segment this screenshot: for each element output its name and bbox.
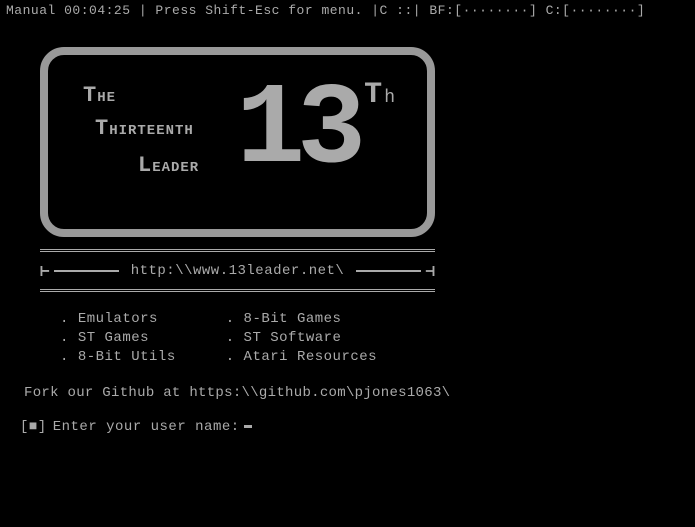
menu-item-st-software[interactable]: ST Software [226,330,377,346]
menu-item-atari-resources[interactable]: Atari Resources [226,349,377,365]
menu-column-1: Emulators ST Games 8-Bit Utils [60,311,176,365]
logo-box: THE THIRTEENTH LEADER 13 Th [40,47,435,237]
menu-item-st-games[interactable]: ST Games [60,330,176,346]
logo-number-13th: 13 Th [236,73,395,188]
github-text: Fork our Github at https:\\github.com\pj… [24,385,675,401]
divider-top [40,249,435,253]
bracket-right-icon: ⊣ [425,261,435,281]
divider-bottom [40,289,435,293]
logo-line-the: THE [83,83,199,108]
logo-line-leader: LEADER [138,153,199,178]
bracket-left-icon: ⊢ [40,261,50,281]
prompt-label: Enter your user name: [53,419,240,435]
cursor-icon [244,425,252,428]
logo-line-thirteenth: THIRTEENTH [95,116,199,141]
menu-column-2: 8-Bit Games ST Software Atari Resources [226,311,377,365]
logo-title: THE THIRTEENTH LEADER [83,83,199,178]
main-area: THE THIRTEENTH LEADER 13 Th ⊢ http:\\www… [0,21,695,443]
status-bar: Manual 00:04:25 | Press Shift-Esc for me… [0,0,695,21]
menu-item-8bit-utils[interactable]: 8-Bit Utils [60,349,176,365]
url-text: http:\\www.13leader.net\ [123,263,353,279]
prompt-icon: [■] [20,419,47,435]
url-bar: ⊢ http:\\www.13leader.net\ ⊣ [40,261,435,281]
menu-item-emulators[interactable]: Emulators [60,311,176,327]
input-prompt[interactable]: [■] Enter your user name: [20,419,675,435]
logo-digits: 13 [236,73,358,188]
menu-item-8bit-games[interactable]: 8-Bit Games [226,311,377,327]
status-text: Manual 00:04:25 | Press Shift-Esc for me… [6,3,645,18]
menu: Emulators ST Games 8-Bit Utils 8-Bit Gam… [60,311,675,365]
logo-th-suffix: Th [364,78,395,112]
